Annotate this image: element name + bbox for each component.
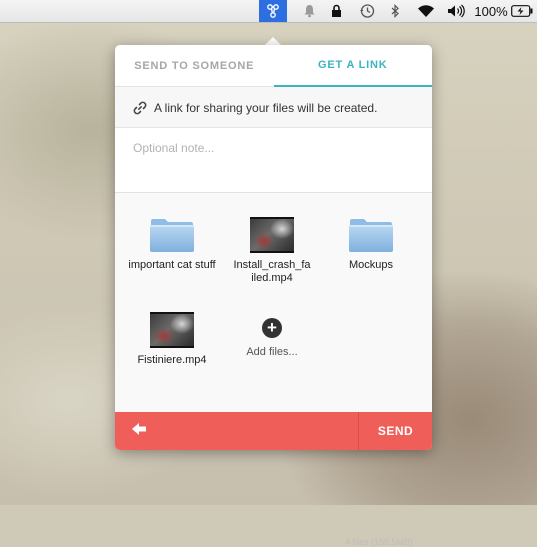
- add-files-label: Add files...: [246, 346, 298, 358]
- files-summary: 4 files (158.5MB): [344, 537, 413, 547]
- volume-icon[interactable]: [444, 0, 468, 22]
- optional-note-field[interactable]: Optional note...: [115, 128, 432, 193]
- battery-charging-icon[interactable]: [510, 0, 534, 22]
- link-info-row: A link for sharing your files will be cr…: [115, 88, 432, 128]
- lock-icon[interactable]: [327, 0, 345, 22]
- file-grid: important cat stuff Install_crash_fa iled…: [115, 193, 432, 547]
- share-popover: SEND TO SOMEONE GET A LINK A link for sh…: [115, 45, 432, 547]
- wifi-icon[interactable]: [414, 0, 438, 22]
- link-icon: [132, 100, 148, 116]
- plus-circle-icon: +: [262, 318, 282, 338]
- bluetooth-icon[interactable]: [387, 0, 403, 22]
- file-item[interactable]: Mockups: [326, 211, 416, 272]
- bell-icon[interactable]: [299, 0, 319, 22]
- send-button[interactable]: SEND: [359, 412, 432, 450]
- time-machine-icon[interactable]: [356, 0, 378, 22]
- menu-bar: 100%: [0, 0, 537, 23]
- video-thumbnail: [227, 211, 317, 253]
- battery-percentage[interactable]: 100%: [474, 0, 508, 22]
- folder-icon: [326, 211, 416, 253]
- droplr-app-icon[interactable]: [259, 0, 287, 22]
- file-item[interactable]: important cat stuff: [127, 211, 217, 272]
- file-name: Install_crash_fa iled.mp4: [233, 259, 311, 284]
- tab-bar: SEND TO SOMEONE GET A LINK: [115, 45, 432, 87]
- back-button[interactable]: [115, 412, 358, 450]
- file-item[interactable]: Fistiniere.mp4: [127, 306, 217, 367]
- file-name: Fistiniere.mp4: [137, 354, 207, 366]
- file-name: Mockups: [348, 259, 394, 271]
- popover-footer: SEND: [115, 412, 432, 450]
- tab-get-a-link[interactable]: GET A LINK: [273, 45, 432, 87]
- folder-icon: [127, 211, 217, 253]
- file-item[interactable]: Install_crash_fa iled.mp4: [227, 211, 317, 285]
- file-name: important cat stuff: [128, 259, 216, 271]
- tab-send-to-someone[interactable]: SEND TO SOMEONE: [115, 45, 274, 87]
- video-thumbnail: [127, 306, 217, 348]
- back-arrow-icon: [131, 422, 147, 441]
- add-files-button[interactable]: + Add files...: [227, 306, 317, 359]
- note-placeholder: Optional note...: [133, 141, 215, 155]
- link-info-text: A link for sharing your files will be cr…: [154, 100, 378, 115]
